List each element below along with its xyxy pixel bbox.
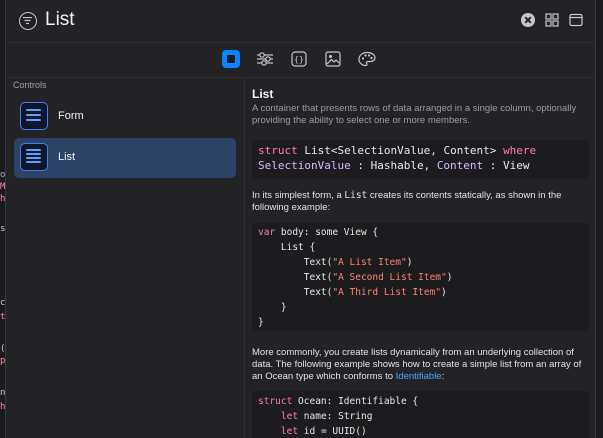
code-text: ) <box>441 287 447 298</box>
code-keyword: let <box>280 426 299 437</box>
code-string: "A Second List Item" <box>332 272 447 283</box>
code-keyword: struct <box>258 144 298 157</box>
sidebar-section-header: Controls <box>13 80 47 90</box>
svg-text:{}: {} <box>294 55 304 64</box>
doc-description: A container that presents rows of data a… <box>252 103 577 126</box>
code-text: ) <box>406 257 413 268</box>
clear-icon[interactable] <box>521 13 535 27</box>
doc-paragraph: In its simplest form, a List creates its… <box>252 190 589 214</box>
code-text: : View <box>483 159 530 172</box>
code-text: List { <box>258 242 316 253</box>
image-icon[interactable] <box>324 50 342 68</box>
sidebar-item-form[interactable]: Form <box>14 97 236 137</box>
library-tab-bar: {} <box>6 43 595 78</box>
controls-sidebar: Controls Form List <box>6 77 245 438</box>
sidebar-icon[interactable] <box>569 13 583 27</box>
inspector-icon[interactable] <box>222 50 240 68</box>
code-text: } <box>258 317 264 328</box>
code-type: SelectionValue <box>258 159 351 172</box>
identifiable-link[interactable]: Identifiable <box>396 371 442 382</box>
search-field[interactable]: List <box>45 9 75 31</box>
code-string: "A Third List Item" <box>332 287 442 298</box>
declaration-code-block: struct List<SelectionValue, Content> whe… <box>252 140 589 178</box>
code-type: Content <box>436 159 484 172</box>
documentation-pane: List A container that presents rows of d… <box>252 77 589 438</box>
palette-icon[interactable] <box>358 50 376 68</box>
code-text: ) <box>446 272 453 283</box>
example-code-block: var body: some View { List { Text("A Lis… <box>252 223 589 331</box>
example-code-block: struct Ocean: Identifiable { let name: S… <box>252 391 589 438</box>
code-text: Text( <box>258 257 333 268</box>
sidebar-item-list[interactable]: List <box>14 138 236 178</box>
code-keyword: where <box>503 144 537 157</box>
code-text: name: String <box>298 411 373 422</box>
code-text: body: some View { <box>275 227 379 238</box>
doc-title: List <box>252 87 274 101</box>
inline-code: List <box>344 190 368 201</box>
braces-icon[interactable]: {} <box>290 50 308 68</box>
paragraph-text: : <box>441 371 445 382</box>
code-text: Ocean: Identifiable { <box>292 396 419 407</box>
code-text: Text( <box>258 272 333 283</box>
code-keyword: struct <box>258 396 293 407</box>
code-text: : Hashable, <box>350 159 437 172</box>
code-string: "A List Item" <box>332 257 407 268</box>
code-text: } <box>258 302 287 313</box>
code-text: Text( <box>258 287 333 298</box>
sidebar-item-label: Form <box>58 110 84 122</box>
code-text: List<SelectionValue, Content> <box>297 144 504 157</box>
code-keyword: var <box>258 227 276 238</box>
grid-icon[interactable] <box>545 13 559 27</box>
doc-paragraph: More commonly, you create lists dynamica… <box>252 347 589 383</box>
form-control-icon <box>20 102 48 130</box>
code-keyword: let <box>280 411 299 422</box>
title-bar: List <box>6 0 595 43</box>
library-window: List {} Controls Form List List A contai… <box>5 0 596 438</box>
sidebar-item-label: List <box>58 151 76 163</box>
list-control-icon <box>20 143 48 171</box>
sliders-icon[interactable] <box>256 50 274 68</box>
filter-icon[interactable] <box>19 12 37 30</box>
code-text: id = UUID() <box>298 426 367 437</box>
paragraph-text: In its simplest form, a <box>252 190 345 201</box>
